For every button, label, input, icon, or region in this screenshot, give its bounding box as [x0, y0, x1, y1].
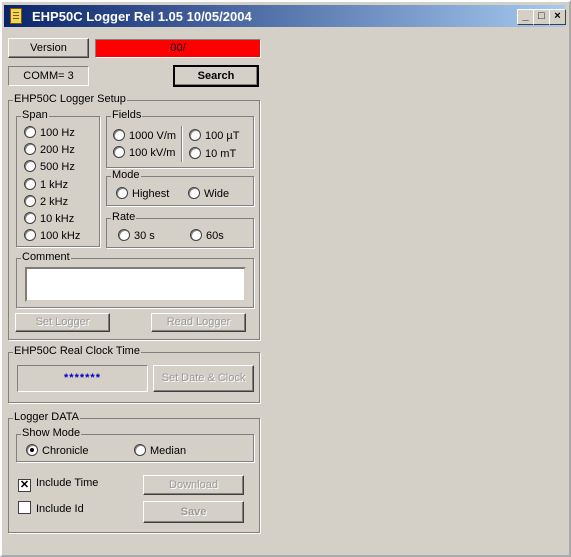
span-option-10khz[interactable]: 10 kHz — [24, 212, 74, 225]
checkbox-checked-icon: ✕ — [18, 479, 31, 492]
clock-display: ******* — [17, 365, 148, 392]
logger-data-title: Logger DATA — [13, 411, 81, 423]
window-title: EHP50C Logger Rel 1.05 10/05/2004 — [32, 9, 252, 24]
span-option-100hz[interactable]: 100 Hz — [24, 126, 75, 139]
comment-textarea[interactable] — [25, 267, 246, 302]
include-time-checkbox[interactable]: ✕ Include Time — [18, 477, 98, 492]
field-option-10mt[interactable]: 10 mT — [189, 147, 236, 160]
minimize-button[interactable]: _ — [517, 9, 534, 25]
radio-icon — [118, 229, 130, 241]
fields-divider — [181, 126, 183, 162]
fields-title: Fields — [111, 109, 143, 121]
radio-selected-icon — [26, 444, 38, 456]
field-option-1000vm[interactable]: 1000 V/m — [113, 129, 176, 142]
radio-icon — [24, 212, 36, 224]
span-option-2khz[interactable]: 2 kHz — [24, 195, 68, 208]
status-display: 00/ — [95, 39, 261, 58]
span-option-200hz[interactable]: 200 Hz — [24, 143, 75, 156]
mode-option-highest[interactable]: Highest — [116, 187, 169, 200]
radio-icon — [116, 187, 128, 199]
field-option-100kvm[interactable]: 100 kV/m — [113, 146, 175, 159]
maximize-button[interactable]: □ — [533, 9, 550, 25]
rate-option-30s[interactable]: 30 s — [118, 229, 155, 242]
radio-icon — [24, 160, 36, 172]
checkbox-icon — [18, 501, 31, 514]
download-button[interactable]: Download — [143, 475, 244, 495]
set-date-clock-button[interactable]: Set Date & Clock — [153, 365, 254, 392]
search-button[interactable]: Search — [173, 65, 259, 87]
show-mode-median[interactable]: Median — [134, 444, 186, 457]
span-option-1khz[interactable]: 1 kHz — [24, 178, 68, 191]
radio-icon — [24, 143, 36, 155]
title-bar[interactable]: EHP50C Logger Rel 1.05 10/05/2004 _ □ × — [4, 5, 566, 27]
version-button[interactable]: Version — [8, 38, 89, 58]
radio-icon — [189, 129, 201, 141]
mode-option-wide[interactable]: Wide — [188, 187, 229, 200]
radio-icon — [24, 178, 36, 190]
field-option-100ut[interactable]: 100 µT — [189, 129, 239, 142]
radio-icon — [113, 146, 125, 158]
rate-option-60s[interactable]: 60s — [190, 229, 224, 242]
span-option-500hz[interactable]: 500 Hz — [24, 160, 75, 173]
save-button[interactable]: Save — [143, 501, 244, 523]
radio-icon — [190, 229, 202, 241]
read-logger-button[interactable]: Read Logger — [151, 313, 246, 332]
radio-icon — [134, 444, 146, 456]
fields-group: Fields — [106, 109, 254, 168]
comm-port-label: COMM= 3 — [8, 66, 89, 86]
rate-title: Rate — [111, 211, 137, 223]
comment-title: Comment — [21, 251, 71, 263]
show-mode-chronicle[interactable]: Chronicle — [26, 444, 88, 457]
logger-setup-title: EHP50C Logger Setup — [13, 93, 127, 105]
radio-icon — [188, 187, 200, 199]
include-id-checkbox[interactable]: Include Id — [18, 501, 84, 515]
radio-icon — [24, 195, 36, 207]
set-logger-button[interactable]: Set Logger — [15, 313, 110, 332]
radio-icon — [189, 147, 201, 159]
close-button[interactable]: × — [549, 9, 566, 25]
radio-icon — [24, 126, 36, 138]
show-mode-title: Show Mode — [21, 427, 82, 439]
mode-title: Mode — [111, 169, 141, 181]
app-icon — [10, 8, 22, 24]
span-option-100khz[interactable]: 100 kHz — [24, 229, 80, 242]
span-title: Span — [21, 109, 49, 121]
main-window: EHP50C Logger Rel 1.05 10/05/2004 _ □ × … — [0, 0, 571, 557]
radio-icon — [24, 229, 36, 241]
real-clock-title: EHP50C Real Clock Time — [13, 345, 141, 357]
radio-icon — [113, 129, 125, 141]
